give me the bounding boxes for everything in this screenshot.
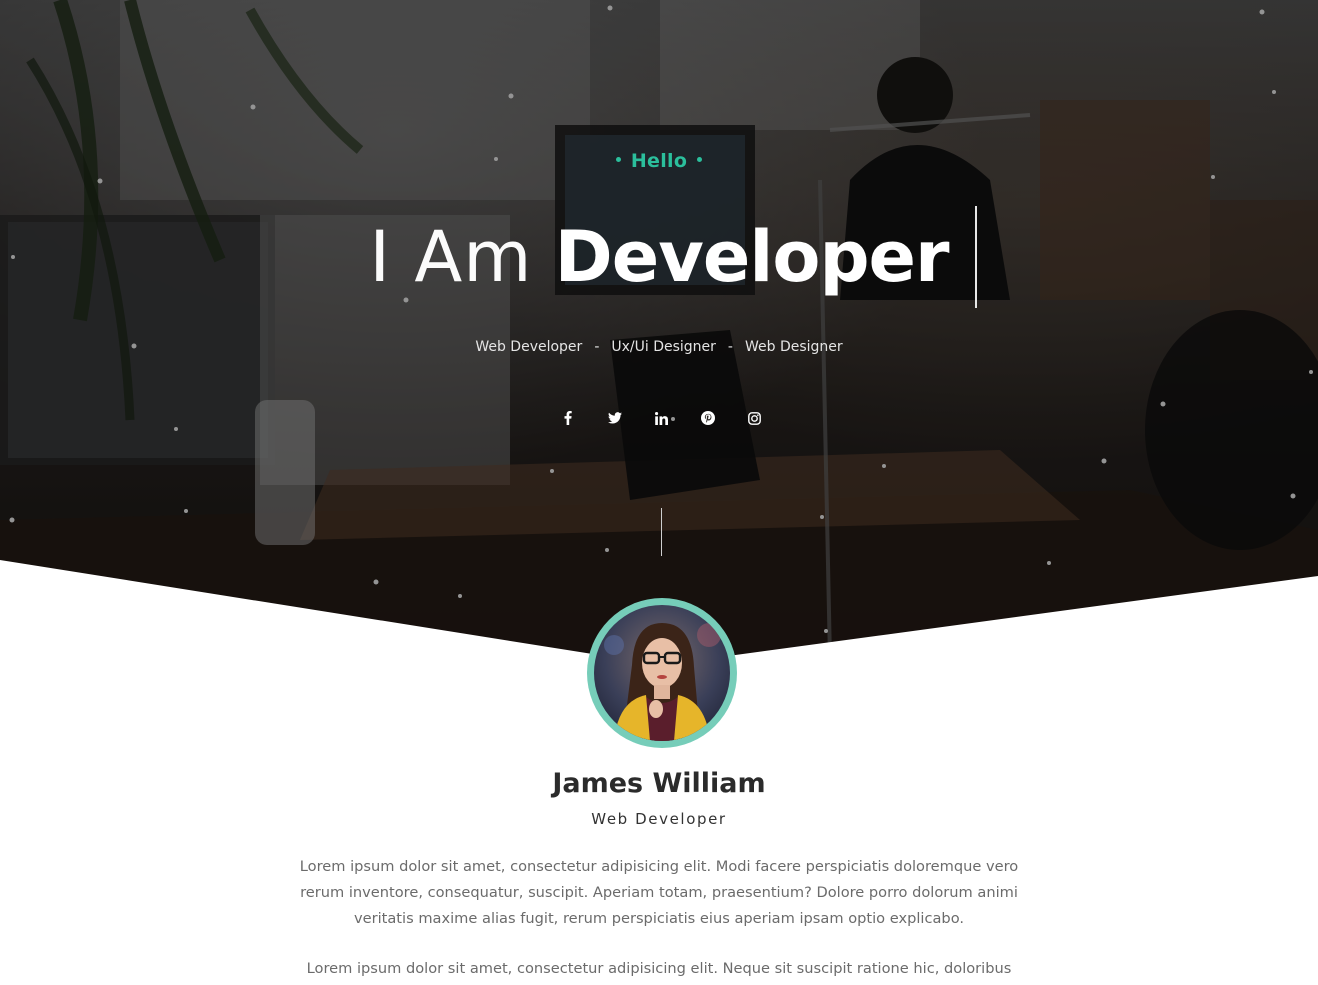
- profile-name: James William: [552, 768, 766, 799]
- hero-section: Hello I Am Developer Web Developer - Ux/Ui…: [0, 0, 1318, 665]
- bio-paragraph: Lorem ipsum dolor sit amet, consectetur …: [299, 858, 1019, 927]
- bio-paragraph: Lorem ipsum dolor sit amet, consectetur …: [306, 960, 1012, 977]
- hero-bottom-divider: [0, 560, 1318, 665]
- profile-title: Web Developer: [591, 810, 727, 828]
- profile-avatar: [587, 598, 737, 748]
- avatar-photo: [594, 605, 730, 741]
